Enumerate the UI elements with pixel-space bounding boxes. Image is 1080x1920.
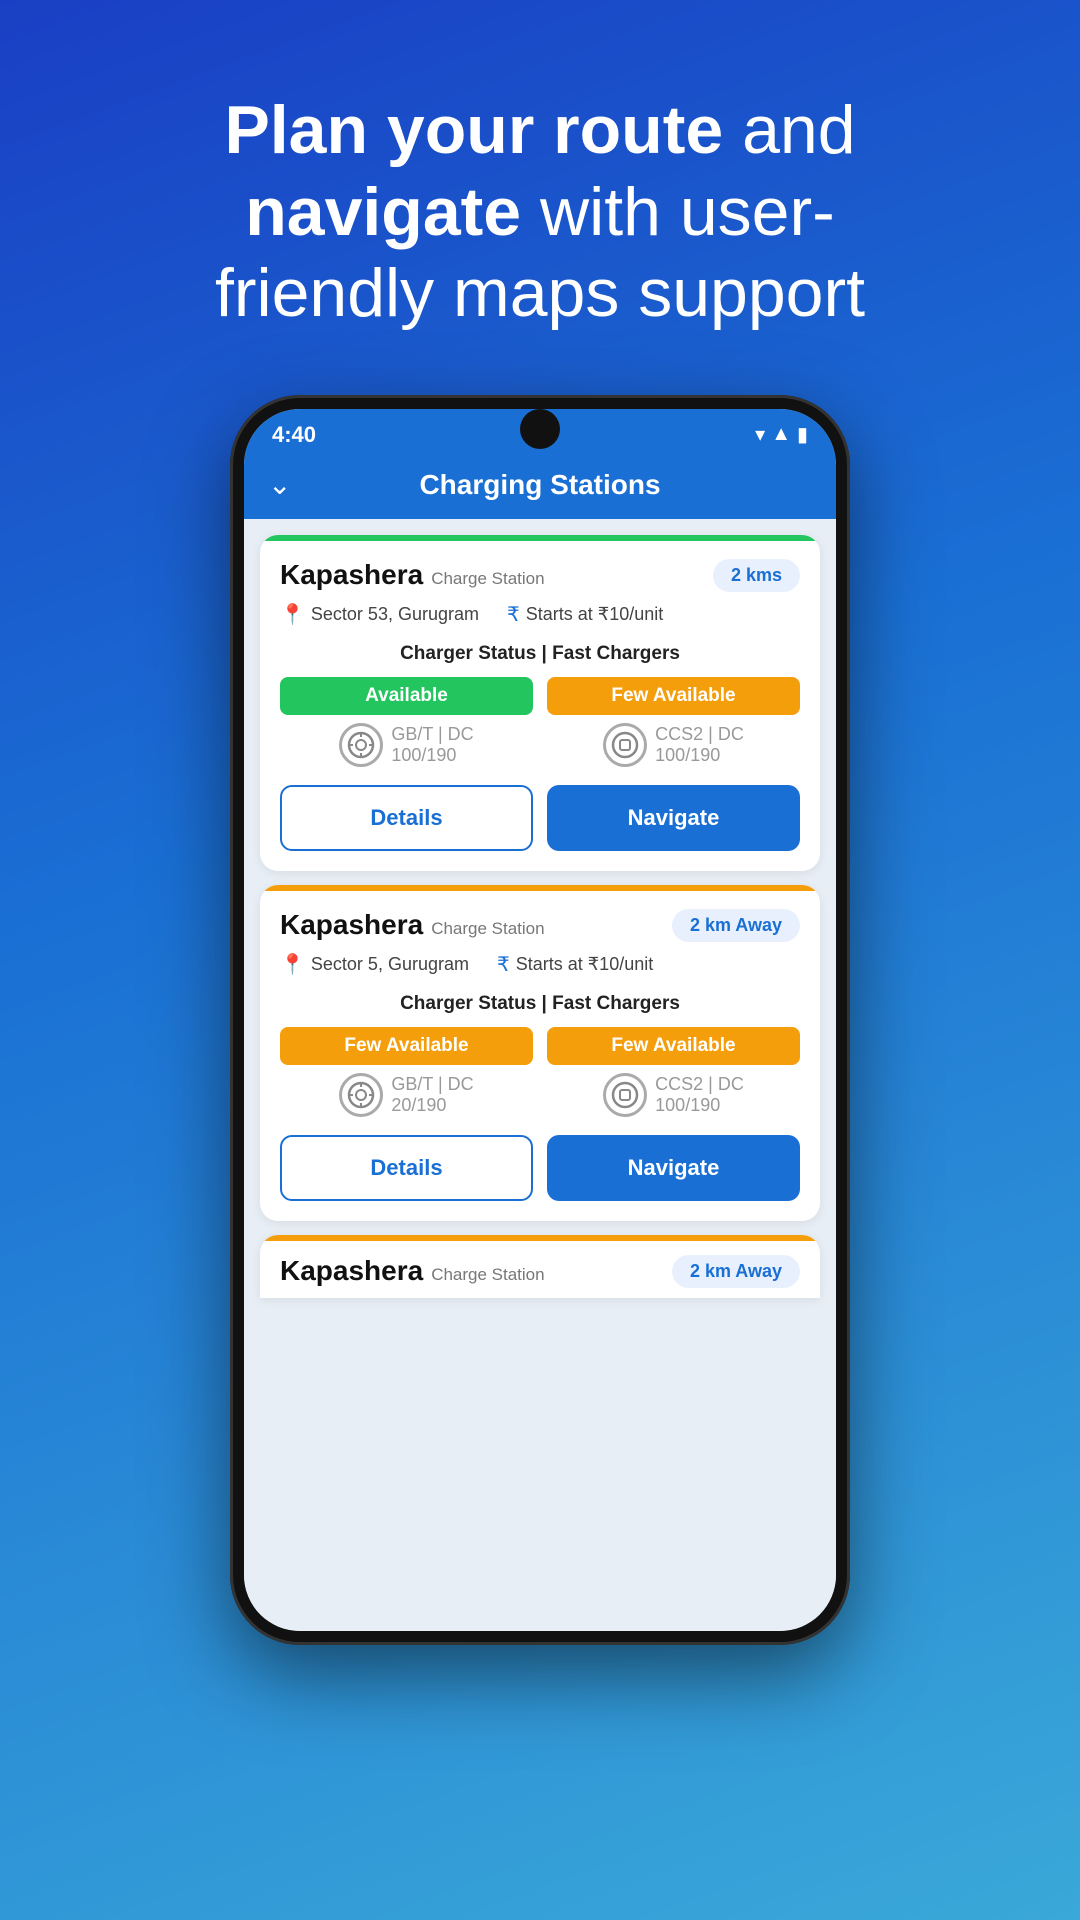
charger-col-1-1: Available [280,677,533,767]
charger-info-1-1: GB/T | DC 100/190 [339,723,473,767]
card-info-row-1: 📍 Sector 53, Gurugram ₹ Starts at ₹10/un… [280,602,800,627]
charger-total-2-2: 190 [690,1095,720,1115]
back-button[interactable]: ⌄ [268,468,291,501]
station-type-1: Charge Station [431,569,544,589]
card-body-1: Kapashera Charge Station 2 kms 📍 Sector … [260,541,820,871]
station-name-3: Kapashera [280,1255,423,1287]
navigate-button-2[interactable]: Navigate [547,1135,800,1201]
details-button-2[interactable]: Details [280,1135,533,1201]
card-actions-2: Details Navigate [280,1135,800,1201]
rupee-icon-1: ₹ [507,602,520,627]
location-icon-1: 📍 [280,602,305,627]
charger-type-2-2: CCS2 | DC [655,1074,744,1094]
partial-body-3: Kapashera Charge Station 2 km Away [260,1241,820,1288]
charger-current-2-2: 100 [655,1095,685,1115]
charger-total-2-1: 190 [416,1095,446,1115]
station-type-3: Charge Station [431,1265,544,1285]
station-name-group-2: Kapashera Charge Station [280,909,545,941]
charger-sep-1-1: /190 [421,745,456,765]
station-card-1: Kapashera Charge Station 2 kms 📍 Sector … [260,535,820,871]
details-button-1[interactable]: Details [280,785,533,851]
charger-current-2-1: 20 [391,1095,411,1115]
station-card-3-partial: Kapashera Charge Station 2 km Away [260,1235,820,1298]
charger-current-1-1: 100 [391,745,421,765]
wifi-icon: ▾ [755,422,765,447]
charger-details-1-1: GB/T | DC 100/190 [391,724,473,766]
location-text-2: Sector 5, Gurugram [311,954,469,975]
station-name-group-3: Kapashera Charge Station [280,1255,545,1287]
distance-badge-2: 2 km Away [672,909,800,942]
charger-wheel-icon-4 [603,1073,647,1117]
location-text-1: Sector 53, Gurugram [311,604,479,625]
camera-notch [520,409,560,449]
charger-wheel-icon-1 [339,723,383,767]
charger-current-1-2: 100 [655,745,685,765]
hero-section: Plan your route and navigate with user-f… [0,0,1080,395]
charger-details-1-2: CCS2 | DC 100/190 [655,724,744,766]
card-actions-1: Details Navigate [280,785,800,851]
location-icon-2: 📍 [280,952,305,977]
phone-screen: 4:40 ▾ ▲ ▮ ⌄ Charging Stations [244,409,836,1631]
price-text-1: Starts at ₹10/unit [526,604,664,625]
charger-info-1-2: CCS2 | DC 100/190 [603,723,744,767]
location-info-2: 📍 Sector 5, Gurugram [280,952,469,977]
status-badge-few-2-1: Few Available [280,1027,533,1065]
header-title: Charging Stations [419,469,660,501]
station-card-2: Kapashera Charge Station 2 km Away 📍 Sec… [260,885,820,1221]
charger-type-2-1: GB/T | DC [391,1074,473,1094]
station-type-2: Charge Station [431,919,544,939]
charger-grid-2: Few Available [280,1027,800,1117]
status-badge-available-1: Available [280,677,533,715]
charger-info-2-2: CCS2 | DC 100/190 [603,1073,744,1117]
rupee-icon-2: ₹ [497,952,510,977]
charger-info-2-1: GB/T | DC 20/190 [339,1073,473,1117]
distance-badge-1: 2 kms [713,559,800,592]
battery-icon: ▮ [797,422,808,447]
location-info-1: 📍 Sector 53, Gurugram [280,602,479,627]
card-info-row-2: 📍 Sector 5, Gurugram ₹ Starts at ₹10/uni… [280,952,800,977]
charger-status-title-1: Charger Status | Fast Chargers [280,643,800,665]
station-name-1: Kapashera [280,559,423,591]
charger-col-2-2: Few Available CCS2 [547,1027,800,1117]
app-header: ⌄ Charging Stations [244,455,836,519]
price-text-2: Starts at ₹10/unit [516,954,654,975]
status-badge-few-2-2: Few Available [547,1027,800,1065]
card-header-row-1: Kapashera Charge Station 2 kms [280,559,800,592]
charger-wheel-icon-2 [603,723,647,767]
charger-wheel-icon-3 [339,1073,383,1117]
charger-type-1-2: CCS2 | DC [655,724,744,744]
station-name-group-1: Kapashera Charge Station [280,559,545,591]
charger-col-2-1: Few Available [280,1027,533,1117]
stations-list: Kapashera Charge Station 2 kms 📍 Sector … [244,519,836,1631]
card-header-row-3: Kapashera Charge Station 2 km Away [280,1255,800,1288]
charger-grid-1: Available [280,677,800,767]
charger-details-2-1: GB/T | DC 20/190 [391,1074,473,1116]
signal-icon: ▲ [771,423,791,446]
phone-frame: 4:40 ▾ ▲ ▮ ⌄ Charging Stations [230,395,850,1645]
status-icons: ▾ ▲ ▮ [755,422,808,447]
price-info-2: ₹ Starts at ₹10/unit [497,952,653,977]
charger-total-1-2: 190 [690,745,720,765]
station-name-2: Kapashera [280,909,423,941]
charger-type-1-1: GB/T | DC [391,724,473,744]
charger-details-2-2: CCS2 | DC 100/190 [655,1074,744,1116]
navigate-button-1[interactable]: Navigate [547,785,800,851]
status-badge-few-1: Few Available [547,677,800,715]
distance-badge-3: 2 km Away [672,1255,800,1288]
charger-status-title-2: Charger Status | Fast Chargers [280,993,800,1015]
charger-col-1-2: Few Available CCS2 [547,677,800,767]
price-info-1: ₹ Starts at ₹10/unit [507,602,663,627]
hero-title: Plan your route and navigate with user-f… [80,90,1000,335]
card-body-2: Kapashera Charge Station 2 km Away 📍 Sec… [260,891,820,1221]
card-header-row-2: Kapashera Charge Station 2 km Away [280,909,800,942]
status-time: 4:40 [272,422,316,448]
phone-mockup: 4:40 ▾ ▲ ▮ ⌄ Charging Stations [230,395,850,1920]
